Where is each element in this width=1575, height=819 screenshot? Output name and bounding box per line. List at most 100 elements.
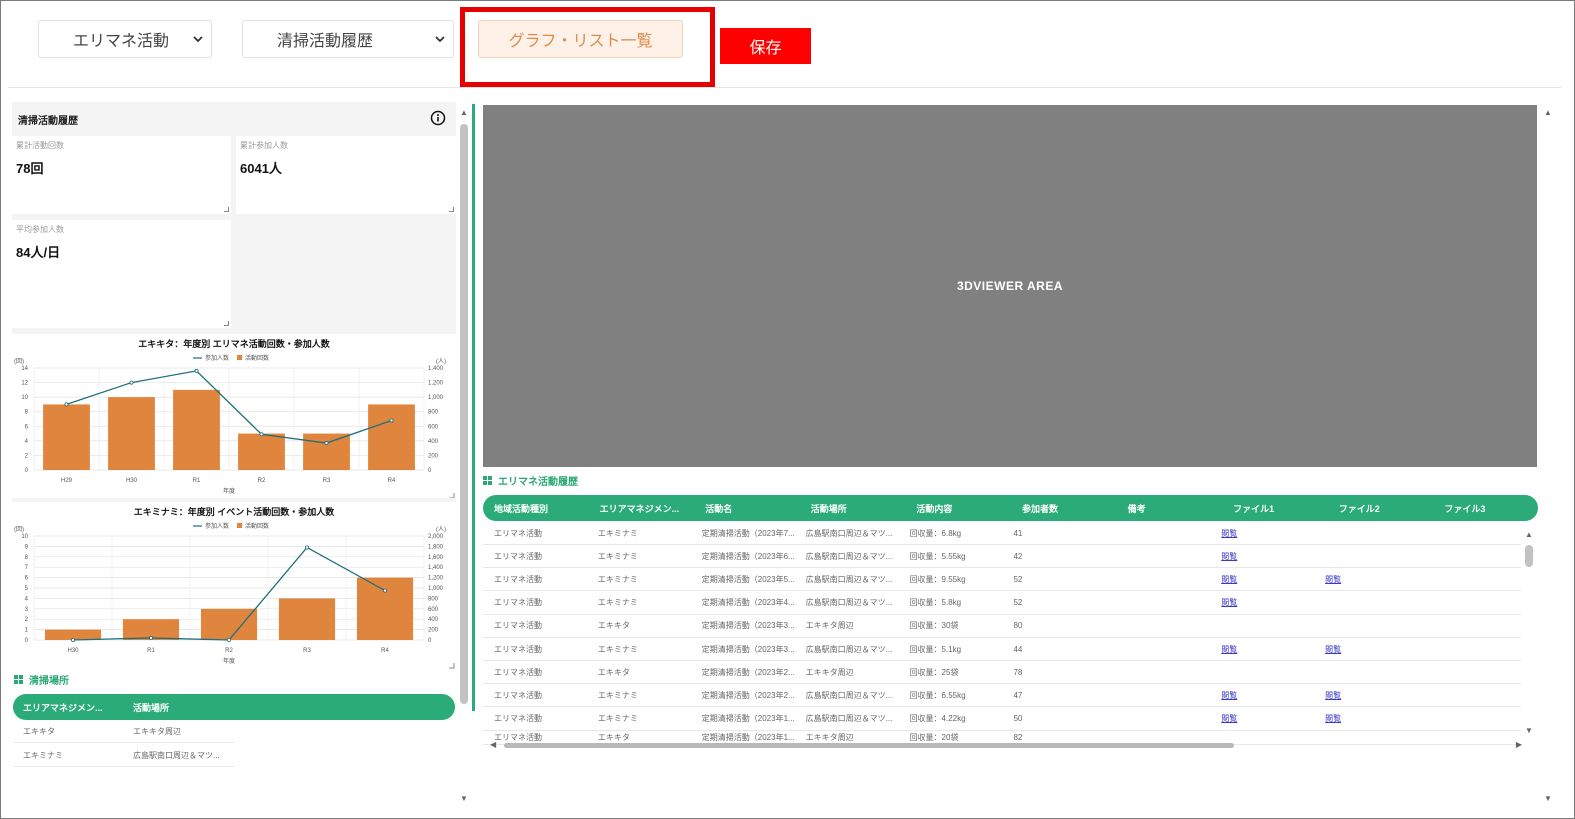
column-header[interactable]: 活動名 [694,502,800,515]
file-link[interactable]: 閲覧 [1210,713,1314,724]
file-link[interactable]: 閲覧 [1314,690,1418,701]
table-row[interactable]: エリマネ活動 エキミナミ 定期清掃活動（2023年6... 広島駅南口周辺＆マツ...… [483,545,1521,569]
scroll-down-arrow[interactable]: ▼ [460,794,468,803]
scrollbar-thumb[interactable] [460,124,468,704]
column-header[interactable]: 参加者数 [1011,502,1117,515]
x-tick: R2 [225,648,233,654]
resize-handle[interactable] [449,207,454,212]
table-horizontal-scrollbar[interactable]: ◀ ▶ [490,740,1522,750]
cell: 広島駅南口周辺＆マツ... [805,714,893,724]
scroll-up-arrow[interactable]: ▲ [1544,108,1552,117]
bar [173,389,220,470]
cell: 定期清掃活動（2023年3... [701,621,795,631]
file-link[interactable]: 閲覧 [1210,690,1314,701]
column-header[interactable]: ファイル2 [1328,502,1434,515]
column-header[interactable]: ファイル1 [1222,502,1328,515]
stat-label: 平均参加人数 [16,225,64,234]
resize-handle[interactable] [224,207,229,212]
cell: 回収量：5.55kg [909,551,966,561]
table-row[interactable]: エリマネ活動 エキキタ 定期清掃活動（2023年3... エキキタ周辺 回収量：30袋 8… [483,615,1521,638]
line-point [382,588,387,593]
legend-label: 参加人数 [205,522,229,530]
column-header[interactable]: 活動内容 [905,502,1011,515]
file-link[interactable]: 閲覧 [1210,597,1314,608]
resize-handle[interactable] [224,321,229,326]
stat-value: 78回 [16,161,44,176]
left-scrollbar[interactable]: ▲ ▼ [459,108,469,806]
y-left-tick: 7 [25,565,29,571]
activity-history-title: エリマネ活動履歴 [498,477,578,488]
y-right-tick: 1,600 [428,555,444,561]
column-header[interactable]: 活動場所 [123,701,233,714]
table-row[interactable]: エリマネ活動 エキミナミ 定期清掃活動（2023年2... 広島駅南口周辺＆マツ...… [483,684,1521,708]
table-row[interactable]: エリマネ活動 エキミナミ 定期清掃活動（2023年5... 広島駅南口周辺＆マツ...… [483,568,1521,592]
table-row[interactable]: エキミナミ 広島駅南口周辺＆マツ... [13,744,235,767]
table-row[interactable]: エリマネ活動 エキキタ 定期清掃活動（2023年2... エキキタ周辺 回収量：25袋 7… [483,661,1521,685]
table-row[interactable]: エキキタ エキキタ周辺 [13,720,235,743]
table-row[interactable]: エリマネ活動 エキミナミ 定期清掃活動（2023年4... 広島駅南口周辺＆マツ...… [483,592,1521,615]
cell: 広島駅南口周辺＆マツ... [805,644,893,654]
cell: エキミナミ [597,714,638,724]
chart-legend: 参加人数 活動回数 [193,522,269,530]
cell: 定期清掃活動（2023年5... [701,574,795,584]
legend-label: 活動回数 [245,354,269,362]
scroll-left-arrow[interactable]: ◀ [490,740,496,749]
file-link[interactable]: 閲覧 [1210,574,1314,585]
cell: 52 [1013,598,1023,608]
cell: 42 [1013,551,1023,561]
y-right-unit: (人) [436,358,446,365]
y-left-tick: 4 [25,596,29,602]
scrollbar-thumb[interactable] [504,743,1234,748]
column-header[interactable]: ファイル3 [1433,502,1538,515]
cell: エリマネ活動 [494,574,542,584]
column-header[interactable]: エリアマネジメン... [13,701,123,714]
resize-handle[interactable] [449,663,455,669]
3d-viewer-area[interactable]: 3DVIEWER AREA [483,105,1537,467]
info-icon[interactable] [430,110,446,126]
chart-legend: 参加人数 活動回数 [193,354,269,362]
file-link[interactable]: 閲覧 [1314,574,1418,585]
table-row[interactable]: エリマネ活動 エキミナミ 定期清掃活動（2023年1... 広島駅南口周辺＆マツ...… [483,708,1521,731]
file-link[interactable]: 閲覧 [1210,528,1314,539]
x-tick: R1 [147,648,155,654]
file-link[interactable]: 閲覧 [1210,551,1314,562]
line-point [259,432,264,437]
cell: 回収量：5.8kg [909,598,962,608]
scroll-down-arrow[interactable]: ▼ [1544,794,1552,803]
file-link[interactable]: 閲覧 [1210,644,1314,655]
y-right-tick: 1,400 [428,565,444,571]
save-button[interactable]: 保存 [720,28,811,64]
scrollbar-thumb[interactable] [1525,545,1533,567]
left-panel: 清掃活動履歴 累計活動回数 78回 累計参加人数 6041人 平均参加人数 84… [8,100,456,811]
splitter[interactable] [472,104,475,711]
cell: 広島駅南口周辺＆マツ... [805,551,893,561]
scroll-up-arrow[interactable]: ▲ [1525,530,1533,539]
cell: 回収量：30袋 [909,621,959,631]
cell: エリマネ活動 [494,528,542,538]
column-header[interactable]: エリアマネジメン... [589,502,695,515]
cell: 回収量：4.22kg [909,714,966,724]
stat-card-average-participants: 平均参加人数 84人/日 [12,220,231,328]
table-vertical-scrollbar[interactable]: ▲ ▼ [1524,530,1534,736]
legend-label: 活動回数 [245,522,269,530]
stats-grid: 累計活動回数 78回 累計参加人数 6041人 平均参加人数 84人/日 [12,134,456,330]
scroll-up-arrow[interactable]: ▲ [460,108,468,117]
column-header[interactable]: 活動場所 [800,502,906,515]
cell: 回収量：6.8kg [909,528,962,538]
file-link[interactable]: 閲覧 [1314,713,1418,724]
chevron-down-icon [193,36,203,43]
y-left-tick: 0 [25,468,29,474]
table-row[interactable]: エリマネ活動 エキミナミ 定期清掃活動（2023年3... 広島駅南口周辺＆マツ...… [483,638,1521,661]
column-header[interactable]: 備考 [1117,502,1223,515]
page-scrollbar[interactable]: ▲ ▼ [1543,108,1553,806]
scroll-down-arrow[interactable]: ▼ [1525,726,1533,735]
file-link[interactable]: 閲覧 [1314,644,1418,655]
scroll-right-arrow[interactable]: ▶ [1516,740,1522,749]
category-select[interactable]: エリマネ活動 [38,20,212,58]
x-axis-label: 年度 [223,657,235,665]
activity-select[interactable]: 清掃活動履歴 [242,20,454,58]
y-left-tick: 8 [25,555,29,561]
y-right-tick: 1,200 [428,576,444,582]
column-header[interactable]: 地域活動種別 [483,502,589,515]
table-row[interactable]: エリマネ活動 エキミナミ 定期清掃活動（2023年7... 広島駅南口周辺＆マツ...… [483,522,1521,545]
